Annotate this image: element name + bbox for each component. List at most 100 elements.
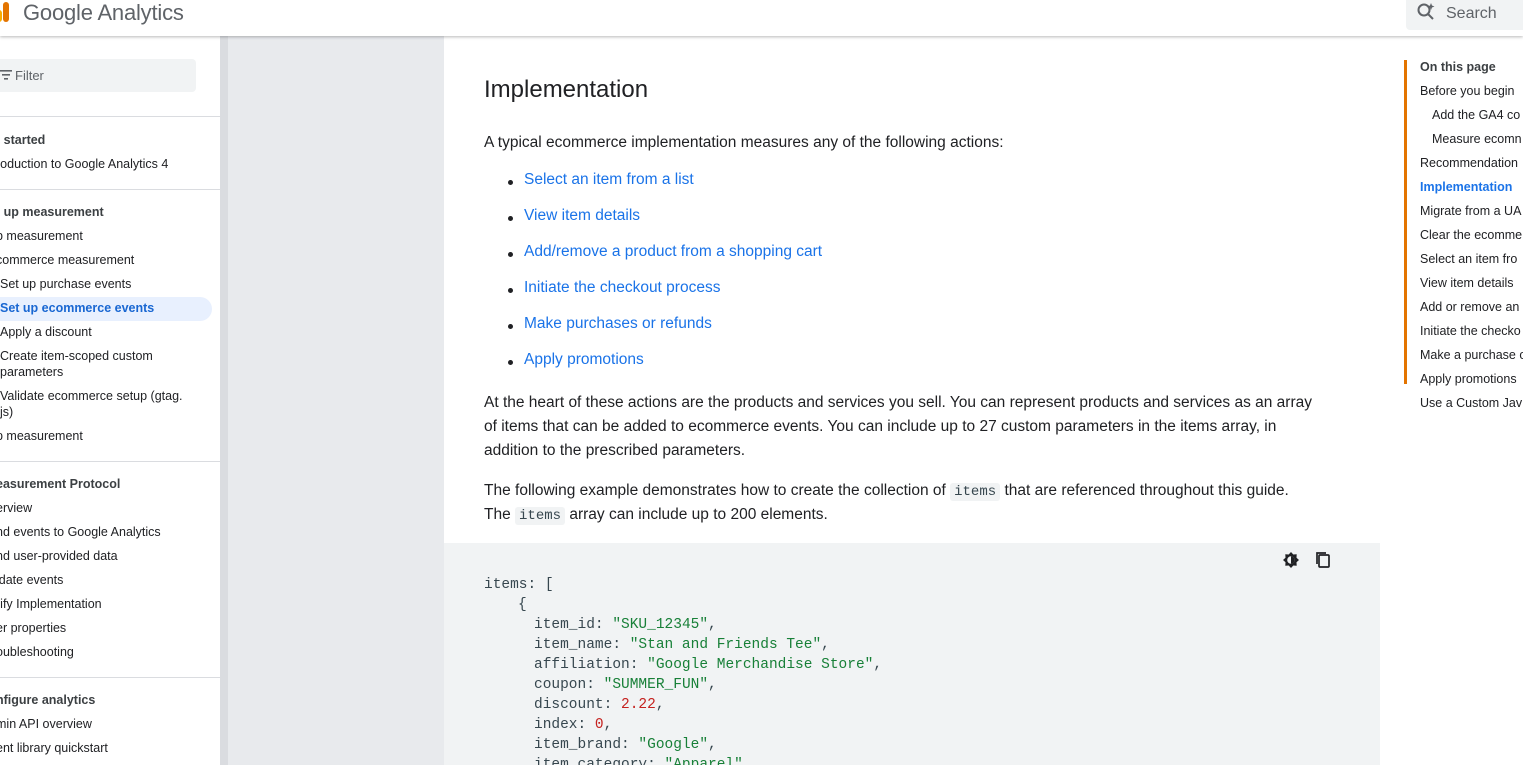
nav-item[interactable]: Apply a discount (0, 324, 92, 340)
toc-title: On this page (1420, 60, 1496, 74)
paragraph-line: The following example demonstrates how t… (484, 479, 1344, 504)
code-line: index: 0, (534, 717, 613, 733)
code-line: item_id: "SKU_12345", (534, 617, 717, 633)
text: The following example demonstrates how t… (484, 482, 951, 499)
nav-item[interactable]: p measurement (0, 428, 83, 444)
code-line: coupon: "SUMMER_FUN", (534, 677, 717, 693)
toc-item[interactable]: Select an item fro (1420, 252, 1517, 266)
nav-item[interactable]: ent library quickstart (0, 740, 108, 756)
nav-item-active[interactable]: Set up ecommerce events (0, 300, 154, 316)
toc-item[interactable]: View item details (1420, 276, 1514, 290)
dark-mode-toggle-icon[interactable] (1282, 551, 1300, 569)
nav-item[interactable]: commerce measurement (0, 252, 134, 268)
code-line: { (518, 597, 527, 613)
toc-item-active[interactable]: Implementation (1420, 180, 1512, 194)
nav-item[interactable]: nd events to Google Analytics (0, 524, 161, 540)
analytics-logo-icon[interactable] (0, 2, 14, 22)
toc-item[interactable]: Clear the ecomme (1420, 228, 1522, 242)
left-navigation: Filter t started roduction to Google Ana… (0, 36, 220, 765)
code-line: discount: 2.22, (534, 697, 665, 713)
main-content: Implementation A typical ecommerce imple… (444, 36, 1380, 765)
paragraph-line: of items that can be added to ecommerce … (484, 418, 1277, 435)
code-line: affiliation: "Google Merchandise Store", (534, 657, 883, 673)
nav-heading[interactable]: easurement Protocol (0, 477, 120, 491)
search-box[interactable]: Search (1406, 0, 1523, 30)
bullet (508, 324, 513, 329)
nav-item[interactable]: roduction to Google Analytics 4 (0, 156, 168, 172)
nav-item[interactable]: Set up purchase events (0, 276, 131, 292)
paragraph-line: addition to the prescribed parameters. (484, 442, 746, 459)
toc-item[interactable]: Apply promotions (1420, 372, 1517, 386)
search-input[interactable]: Search (1446, 5, 1497, 23)
code-key: index: (534, 717, 595, 733)
top-header: Google Analytics Search (0, 0, 1523, 36)
nav-item[interactable]: er properties (0, 620, 66, 636)
nav-item[interactable]: nd user-provided data (0, 548, 118, 564)
toc-item[interactable]: Migrate from a UA (1420, 204, 1521, 218)
filter-placeholder: Filter (15, 68, 44, 83)
toc-item[interactable]: Measure ecomn (1432, 132, 1522, 146)
left-nav-scrollbar[interactable] (220, 36, 228, 765)
code-key: affiliation: (534, 657, 648, 673)
link-select-item[interactable]: Select an item from a list (524, 171, 694, 189)
intro-text: A typical ecommerce implementation measu… (484, 134, 1004, 151)
nav-item[interactable]: Create item-scoped custom parameters (0, 348, 170, 380)
link-add-remove[interactable]: Add/remove a product from a shopping car… (524, 243, 822, 261)
nav-divider (0, 461, 220, 462)
nav-divider (0, 116, 220, 117)
toc-item[interactable]: Make a purchase o (1420, 348, 1523, 362)
code-key: discount: (534, 697, 622, 713)
toc-item[interactable]: Before you begin (1420, 84, 1515, 98)
paragraph-line: At the heart of these actions are the pr… (484, 394, 1313, 411)
code-number: 0 (594, 717, 604, 733)
code-key: item_id: (534, 617, 613, 633)
code-line: item_brand: "Google", (534, 737, 717, 753)
nav-heading[interactable]: t started (0, 133, 45, 147)
toc-item[interactable]: Initiate the checko (1420, 324, 1521, 338)
bullet (508, 216, 513, 221)
bullet (508, 180, 513, 185)
text: The (484, 506, 516, 523)
code-block: items: [ { item_id: "SKU_12345", item_na… (444, 543, 1380, 765)
nav-item[interactable]: rify Implementation (0, 596, 102, 612)
nav-item[interactable]: idate events (0, 572, 63, 588)
code-string: "Apparel" (664, 757, 743, 765)
code-string: "Google Merchandise Store" (647, 657, 874, 673)
filter-input[interactable]: Filter (0, 59, 196, 92)
link-purchases[interactable]: Make purchases or refunds (524, 315, 712, 333)
nav-item[interactable]: min API overview (0, 716, 92, 732)
nav-heading[interactable]: t up measurement (0, 205, 104, 219)
on-this-page-toc: On this page Before you begin Add the GA… (1380, 36, 1523, 765)
nav-item[interactable]: b measurement (0, 228, 83, 244)
nav-item[interactable]: Validate ecommerce setup (gtag. js) (0, 388, 196, 420)
toc-item[interactable]: Recommendation (1420, 156, 1518, 170)
link-checkout[interactable]: Initiate the checkout process (524, 279, 720, 297)
bullet (508, 360, 513, 365)
nav-heading[interactable]: nfigure analytics (0, 693, 95, 707)
toc-item[interactable]: Add or remove an (1420, 300, 1519, 314)
code-string: "SUMMER_FUN" (603, 677, 709, 693)
code-string: "Stan and Friends Tee" (629, 637, 822, 653)
filter-icon (0, 70, 12, 80)
inline-code: items (515, 507, 566, 525)
code-key: item_name: (534, 637, 630, 653)
text: that are referenced throughout this guid… (1000, 482, 1289, 499)
search-spark-icon (1417, 3, 1435, 20)
bullet (508, 252, 513, 257)
code-number: 2.22 (621, 697, 656, 713)
nav-item[interactable]: oubleshooting (0, 644, 74, 660)
code-line: item_category: "Apparel", (534, 755, 752, 765)
inline-code: items (950, 483, 1001, 501)
nav-divider (0, 677, 220, 678)
code-line: items: [ (484, 577, 554, 593)
code-key: coupon: (534, 677, 604, 693)
code-string: "Google" (638, 737, 709, 753)
link-promotions[interactable]: Apply promotions (524, 351, 644, 369)
toc-item[interactable]: Use a Custom Jav (1420, 396, 1522, 410)
product-name[interactable]: Google Analytics (23, 0, 184, 26)
toc-item[interactable]: Add the GA4 co (1432, 108, 1520, 122)
copy-icon[interactable] (1314, 551, 1332, 569)
code-key: item_brand: (534, 737, 639, 753)
link-view-item[interactable]: View item details (524, 207, 640, 225)
nav-item[interactable]: erview (0, 500, 32, 516)
